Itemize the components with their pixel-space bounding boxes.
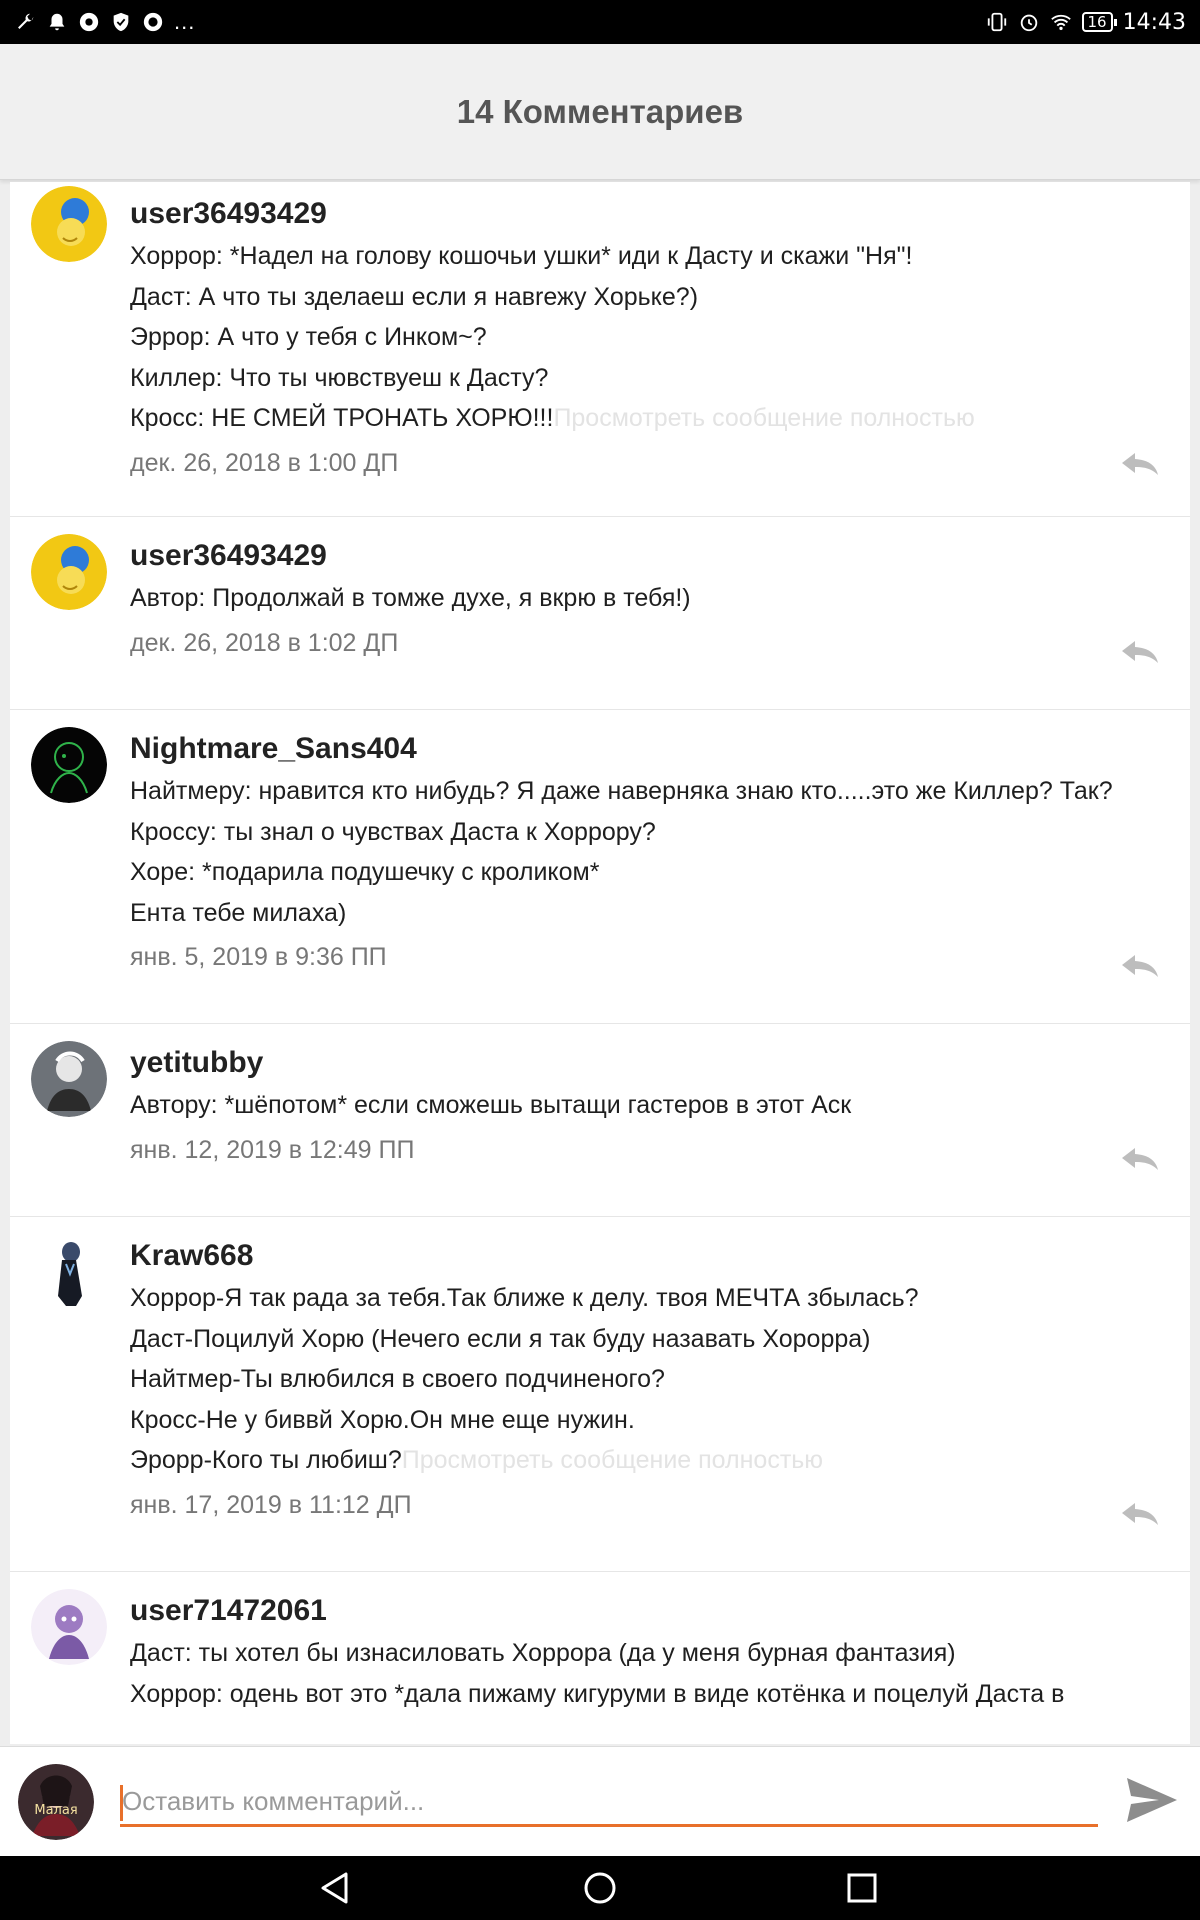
chrome-icon	[78, 11, 100, 33]
recent-apps-icon[interactable]	[844, 1870, 880, 1906]
battery-indicator: 16	[1081, 12, 1117, 32]
comment-line: Автор: Продолжай в томже духе, я вкрю в …	[130, 584, 691, 612]
overflow-indicator: ...	[174, 9, 196, 34]
comment-username[interactable]: Kraw668	[130, 1238, 1190, 1274]
comment-line: Кросс: НЕ СМЕЙ ТРОНАТЬ ХОРЮ!!!Просмотрет…	[130, 398, 1190, 439]
comment-line: Ента тебе милаха)	[130, 898, 347, 927]
shield-icon	[110, 11, 132, 33]
reply-icon[interactable]	[1120, 953, 1160, 979]
comment-line: Кроссу: ты знал о чувствах Даста к Хорро…	[130, 817, 656, 846]
back-icon[interactable]	[318, 1870, 354, 1906]
comment-line: Хоррор-Я так рада за тебя.Так ближе к де…	[130, 1284, 919, 1312]
comments-header: 14 Комментариев	[0, 44, 1200, 180]
home-icon[interactable]	[582, 1870, 618, 1906]
comment-item: user71472061 Даст: ты хотел бы изнасилов…	[10, 1572, 1190, 1744]
user-avatar[interactable]: Малая	[18, 1764, 94, 1840]
comment-line: Даст: ты хотел бы изнасиловать Хоррора (…	[130, 1639, 956, 1667]
comment-line: Найтмер-Ты влюбился в своего подчиненого…	[130, 1365, 665, 1393]
reply-icon[interactable]	[1120, 1501, 1160, 1527]
view-full-link[interactable]: Просмотреть сообщение полностью	[402, 1446, 823, 1474]
vibrate-icon	[986, 11, 1008, 33]
wifi-icon	[1050, 11, 1072, 33]
comment-line: Хоррор: *Надел на голову кошочьи ушки* и…	[130, 242, 913, 270]
comment-username[interactable]: user36493429	[130, 538, 1190, 574]
comment-line-text: Эрорр-Кого ты любиш?	[130, 1446, 402, 1474]
comment-timestamp: дек. 26, 2018 в 1:02 ДП	[130, 628, 399, 657]
comment-timestamp: янв. 17, 2019 в 11:12 ДП	[130, 1490, 412, 1519]
comment-line: Киллер: Что ты чювствуеш к Дасту?	[130, 363, 549, 392]
comment-item: Nightmare_Sans404 Найтмеру: нравится кто…	[10, 710, 1190, 1024]
comment-item: user36493429 Автор: Продолжай в томже ду…	[10, 517, 1190, 710]
reply-icon[interactable]	[1120, 451, 1160, 477]
comment-username[interactable]: user71472061	[130, 1593, 1190, 1629]
reply-icon[interactable]	[1120, 639, 1160, 665]
avatar[interactable]	[31, 186, 107, 262]
page-title: 14 Комментариев	[456, 92, 744, 130]
comment-list[interactable]: user36493429 Хоррор: *Надел на голову ко…	[10, 182, 1190, 1744]
send-icon	[1127, 1777, 1177, 1822]
comment-username[interactable]: yetitubby	[130, 1045, 1190, 1081]
comment-line: Найтмеру: нравится кто нибудь? Я даже на…	[130, 777, 1113, 805]
comment-username[interactable]: user36493429	[130, 196, 1190, 232]
wrench-icon	[14, 11, 36, 33]
system-nav-bar	[0, 1856, 1200, 1920]
comment-line: Хоре: *подарила подушечку с кроликом*	[130, 858, 600, 886]
status-right: 16 14:43	[986, 9, 1186, 35]
comment-line: Автору: *шёпотом* если сможешь вытащи га…	[130, 1091, 852, 1119]
send-button[interactable]	[1122, 1773, 1182, 1829]
comment-line: Эррор: А что у тебя с Инком~?	[130, 323, 487, 351]
comment-timestamp: янв. 5, 2019 в 9:36 ПП	[130, 943, 387, 971]
comment-input-bar: Малая	[0, 1746, 1200, 1856]
comment-line: Кросс-Не у биввй Хорю.Он мне еще нужин.	[130, 1405, 635, 1434]
comment-timestamp: янв. 12, 2019 в 12:49 ПП	[130, 1135, 415, 1164]
comment-item: yetitubby Автору: *шёпотом* если сможешь…	[10, 1024, 1190, 1217]
comment-line: Хоррор: одень вот это *дала пижаму кигур…	[130, 1679, 1065, 1708]
chat-bubble-icon	[142, 11, 164, 33]
comment-item: Kraw668 Хоррор-Я так рада за тебя.Так бл…	[10, 1217, 1190, 1572]
status-left: ...	[14, 11, 195, 33]
avatar[interactable]	[31, 1234, 107, 1310]
comment-username[interactable]: Nightmare_Sans404	[130, 731, 1190, 767]
view-full-link[interactable]: Просмотреть сообщение полностью	[553, 404, 974, 432]
comment-timestamp: дек. 26, 2018 в 1:00 ДП	[130, 448, 399, 477]
avatar[interactable]	[31, 534, 107, 610]
avatar[interactable]	[31, 1589, 107, 1665]
status-time: 14:43	[1122, 9, 1186, 35]
avatar[interactable]	[31, 1041, 107, 1117]
comment-item: user36493429 Хоррор: *Надел на голову ко…	[10, 182, 1190, 517]
comment-line: Даст: А что ты зделаеш если я навrежу Хо…	[130, 282, 699, 311]
notification-bell-icon	[46, 11, 68, 33]
comment-line-text: Кросс: НЕ СМЕЙ ТРОНАТЬ ХОРЮ!!!	[130, 404, 554, 432]
comment-input[interactable]	[120, 1779, 1098, 1827]
status-bar: ... 16 14:43	[0, 0, 1200, 44]
alarm-icon	[1018, 11, 1040, 33]
reply-icon[interactable]	[1120, 1146, 1160, 1172]
comment-line: Даст-Поцилуй Хорю (Нечего если я так буд…	[130, 1324, 871, 1353]
text-cursor	[120, 1785, 123, 1821]
avatar-label: Малая	[34, 1803, 77, 1818]
comment-line: Эрорр-Кого ты любиш?Просмотреть сообщени…	[130, 1440, 1190, 1481]
avatar[interactable]	[31, 727, 107, 803]
